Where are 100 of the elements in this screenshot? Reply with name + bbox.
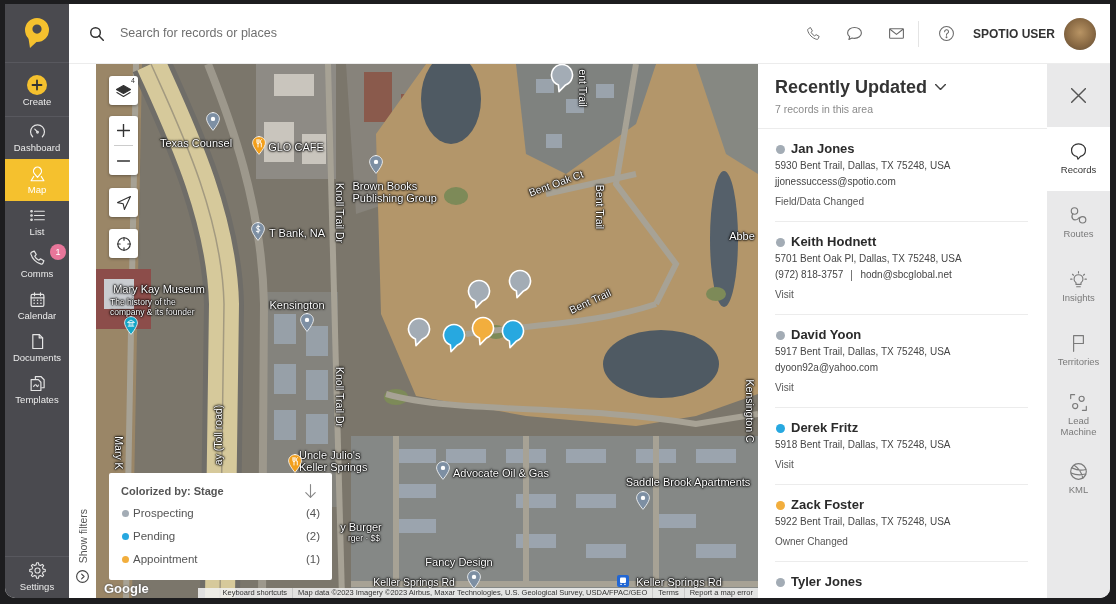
location-pin-icon (28, 164, 46, 182)
place-label: y Burger (340, 521, 382, 533)
sidebar-tab[interactable]: Records (1047, 127, 1110, 191)
record-address: 5917 Bent Trail, Dallas, TX 75248, USA (775, 345, 952, 359)
nav-item[interactable]: List (5, 201, 69, 243)
sidebar-tab[interactable]: KML (1047, 447, 1110, 511)
place-label: T Bank, NA (269, 227, 325, 239)
grass-patch (444, 187, 468, 205)
house (596, 84, 614, 98)
phone-icon (28, 248, 46, 266)
place-label: GLO CAFE (268, 141, 324, 153)
house-row (446, 449, 486, 463)
record-name[interactable]: Tyler Jones (791, 573, 863, 591)
house-row (396, 484, 436, 498)
legend-count: (1) (305, 552, 320, 567)
street-label: ay (Toll road) (212, 404, 224, 466)
nav-item[interactable]: Comms 1 (5, 243, 69, 285)
arrow-down-icon[interactable] (305, 484, 316, 498)
chevron-down-icon (935, 84, 947, 90)
record-marker-icon[interactable] (508, 269, 532, 299)
logo-pin-icon (24, 17, 50, 49)
record-activity: Visit (775, 288, 795, 302)
house-row (566, 449, 606, 463)
calendar-icon (28, 290, 46, 308)
record-address: 5701 Bent Oak Pl, Dallas, TX 75248, USA (775, 252, 963, 266)
sidebar-tab[interactable]: Routes (1047, 191, 1110, 255)
map-pin-icon[interactable] (206, 111, 220, 131)
record-address: 5918 Bent Trail, Dallas, TX 75248, USA (775, 438, 952, 452)
plus-icon (117, 124, 130, 137)
search-field[interactable]: Search for records or places (120, 24, 790, 43)
route-icon (1070, 207, 1087, 224)
grass-patch (706, 287, 726, 301)
map-pin-icon[interactable] (369, 154, 383, 174)
show-filters-button[interactable]: Show filters (69, 508, 96, 598)
record-activity: Field/Data Changed (775, 195, 865, 209)
legend-label: Prospecting (133, 506, 194, 521)
grass-patch (384, 389, 408, 405)
record-marker-icon[interactable] (550, 64, 574, 93)
apartment-building (274, 314, 296, 344)
record-name[interactable]: Zack Foster (791, 496, 864, 514)
layers-icon (116, 84, 131, 97)
avatar-placeholder[interactable] (1064, 17, 1096, 50)
street-label: ent Trail (577, 69, 589, 107)
map-pin-icon[interactable] (636, 490, 650, 510)
record-name[interactable]: David Yoon (791, 326, 862, 344)
search-icon (90, 26, 104, 41)
user-name[interactable]: SPOTIO USER (973, 24, 1055, 43)
crosshair-icon (116, 236, 131, 251)
scan-icon (1070, 393, 1087, 411)
house-row (696, 544, 736, 558)
navigation-button[interactable] (109, 188, 138, 217)
sidebar-tab[interactable]: Insights (1047, 255, 1110, 319)
view-dropdown[interactable]: Recently Updated (775, 75, 947, 99)
record-name[interactable]: Keith Hodnett (791, 233, 877, 251)
dollar-pin-icon[interactable] (251, 221, 265, 241)
record-contact: (972) 818-3757 (775, 268, 844, 282)
record-marker-icon[interactable] (467, 279, 491, 309)
bus-stop-icon[interactable] (617, 575, 629, 587)
nav-item[interactable]: Dashboard (5, 117, 69, 159)
map-pin-icon[interactable] (436, 460, 450, 480)
map-pin-icon[interactable] (300, 312, 314, 332)
nav-item[interactable]: Calendar (5, 285, 69, 327)
record-contact: jjonessuccess@spotio.com (775, 175, 896, 189)
street-label: Bent Trail (567, 286, 613, 316)
street-label: Knoll Trail Dr (334, 182, 346, 244)
sidebar-tab[interactable]: Territories (1047, 319, 1110, 383)
chat-bubble-icon (1070, 143, 1087, 160)
sidebar-tab[interactable]: Lead Machine (1047, 383, 1110, 447)
globe-icon (1070, 463, 1087, 480)
nav-item[interactable]: Documents (5, 327, 69, 369)
museum-pin-icon[interactable] (124, 315, 138, 335)
apartment-building (306, 326, 328, 356)
phone-icon (806, 26, 822, 41)
gauge-icon (28, 122, 46, 140)
place-label: Advocate Oil & Gas (453, 467, 549, 479)
record-marker-icon[interactable] (471, 316, 495, 346)
legend-title: Colorized by: Stage (121, 484, 224, 498)
close-icon (1071, 88, 1086, 103)
building (274, 74, 314, 96)
record-activity: Owner Changed (775, 535, 849, 549)
record-address: 5930 Bent Trail, Dallas, TX 75248, USA (775, 159, 952, 173)
nav-item[interactable]: Templates (5, 369, 69, 411)
map-pin-icon[interactable] (467, 569, 481, 589)
record-address: 5922 Bent Trail, Dallas, TX 75248, USA (775, 515, 952, 529)
help-icon (939, 26, 955, 41)
record-name[interactable]: Jan Jones (791, 140, 855, 158)
place-label: Uncle Julio's Keller Springs (299, 449, 369, 473)
apartment-building (274, 410, 296, 440)
record-name[interactable]: Derek Fritz (791, 419, 859, 437)
mail-icon (889, 26, 905, 41)
street-label: Knoll Trail Dr (334, 366, 346, 428)
record-marker-icon[interactable] (501, 319, 525, 349)
record-activity: Visit (775, 381, 795, 395)
record-marker-icon[interactable] (442, 323, 466, 353)
flag-icon (1070, 335, 1087, 352)
locate-button[interactable] (109, 229, 138, 258)
building (364, 72, 392, 122)
record-marker-icon[interactable] (407, 317, 431, 347)
place-label: Keller Springs Rd (636, 576, 722, 588)
navigation-arrow-icon (116, 195, 131, 210)
